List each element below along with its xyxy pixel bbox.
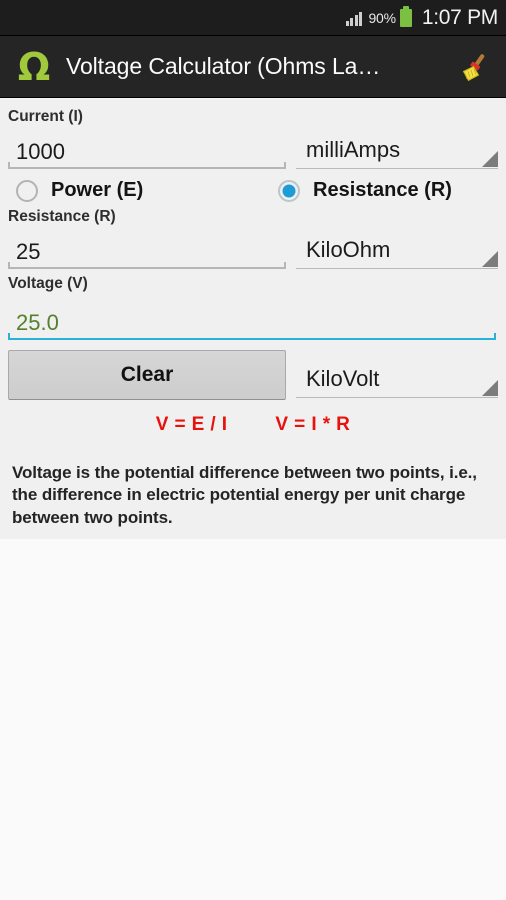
- radio-resistance[interactable]: Resistance (R): [278, 179, 452, 202]
- current-label: Current (I): [8, 108, 83, 125]
- voltage-result-value: 25.0: [16, 310, 59, 335]
- voltage-label: Voltage (V): [8, 275, 88, 292]
- signal-bars-icon: [345, 10, 363, 26]
- current-unit-wrap: milliAmps: [296, 127, 498, 169]
- broom-icon[interactable]: [454, 45, 494, 89]
- radio-power-circle: [16, 179, 38, 202]
- voltage-result-wrap: 25.0: [8, 294, 498, 340]
- chevron-down-icon: [482, 151, 498, 167]
- resistance-unit-value: KiloOhm: [306, 237, 391, 262]
- status-bar: 90% 1:07 PM: [0, 0, 506, 36]
- voltage-result-underline: [8, 332, 496, 340]
- resistance-input[interactable]: 25: [8, 227, 286, 269]
- spinner-underline: [296, 167, 498, 169]
- page-title: Voltage Calculator (Ohms La…: [66, 53, 381, 79]
- chevron-down-icon: [482, 251, 498, 267]
- status-bar-right: 90% 1:07 PM: [345, 5, 498, 30]
- spinner-underline: [296, 396, 498, 398]
- resistance-unit-wrap: KiloOhm: [296, 227, 498, 269]
- resistance-label: Resistance (R): [8, 208, 116, 225]
- action-bar: Ω Voltage Calculator (Ohms La…: [0, 36, 506, 98]
- description-text: Voltage is the potential difference betw…: [12, 463, 477, 527]
- formula-row: V = E / I V = I * R: [8, 414, 498, 436]
- voltage-unit-value: KiloVolt: [306, 366, 380, 391]
- voltage-unit-spinner[interactable]: KiloVolt: [296, 356, 498, 398]
- current-input-wrap: 1000: [8, 127, 286, 169]
- clear-button-wrap: Clear: [8, 350, 286, 400]
- voltage-result-input[interactable]: 25.0: [8, 294, 496, 340]
- resistance-unit-spinner[interactable]: KiloOhm: [296, 227, 498, 269]
- clear-button[interactable]: Clear: [8, 350, 286, 400]
- main-content: Current (I) 1000 milliAmps Power (E) Res…: [0, 98, 506, 540]
- battery-percent-label: 90%: [368, 9, 396, 26]
- radio-resistance-circle: [278, 179, 300, 202]
- status-bar-clock: 1:07 PM: [421, 5, 498, 29]
- mode-radio-group: Power (E) Resistance (R): [8, 179, 498, 202]
- omega-icon: Ω: [17, 44, 51, 89]
- current-input[interactable]: 1000: [8, 127, 286, 169]
- current-row: 1000 milliAmps: [8, 127, 498, 169]
- resistance-input-underline: [8, 261, 286, 269]
- voltage-unit-wrap: KiloVolt: [296, 350, 498, 398]
- radio-resistance-label: Resistance (R): [313, 179, 452, 201]
- resistance-input-value: 25: [16, 239, 41, 264]
- resistance-input-wrap: 25: [8, 227, 286, 269]
- empty-area: [0, 539, 506, 840]
- chevron-down-icon: [482, 380, 498, 396]
- spinner-underline: [296, 267, 498, 269]
- action-row: Clear KiloVolt: [8, 350, 498, 400]
- resistance-row: 25 KiloOhm: [8, 227, 498, 269]
- clear-button-label: Clear: [120, 363, 174, 386]
- current-unit-spinner[interactable]: milliAmps: [296, 127, 498, 169]
- current-input-value: 1000: [16, 139, 65, 164]
- battery-icon: [399, 5, 412, 27]
- radio-power[interactable]: Power (E): [8, 179, 278, 202]
- formula-voltage-power: V = E / I: [155, 414, 228, 435]
- broom-icon-svg: [462, 53, 485, 81]
- formula-voltage-ohm: V = I * R: [275, 414, 351, 435]
- radio-power-label: Power (E): [51, 179, 144, 201]
- current-unit-value: milliAmps: [306, 137, 401, 162]
